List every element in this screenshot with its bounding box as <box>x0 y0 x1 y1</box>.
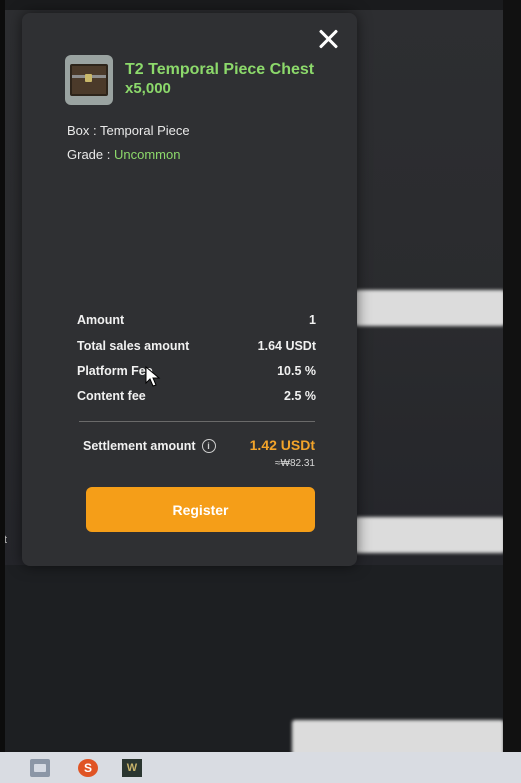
taskbar: S W <box>0 752 521 783</box>
game-app-icon[interactable]: W <box>122 759 142 777</box>
screen-bezel-left <box>0 0 5 783</box>
item-quantity: x5,000 <box>125 80 171 97</box>
settlement-value: 1.42 USDt <box>249 437 315 453</box>
summary-label: Platform Fee <box>77 364 153 378</box>
summary-label: Amount <box>77 313 125 327</box>
file-explorer-icon[interactable] <box>30 759 50 777</box>
mouse-cursor-icon <box>145 366 161 387</box>
summary-row-total-sales: Total sales amount 1.64 USDt <box>77 339 316 353</box>
settlement-approx-krw: ≈₩82.31 <box>275 458 315 469</box>
summary-value: 10.5 % <box>277 364 316 378</box>
screen-bezel-right <box>503 0 521 783</box>
background-bar <box>355 290 505 326</box>
grade-row: Grade : Uncommon <box>67 147 180 162</box>
summary-row-content-fee: Content fee 2.5 % <box>77 389 316 403</box>
screen: t T2 Temporal Piece Chest x5,000 Box : T… <box>0 0 521 783</box>
s-app-icon[interactable]: S <box>78 759 98 777</box>
grade-prefix: Grade : <box>67 147 114 162</box>
background-bar <box>292 720 504 756</box>
grade-value: Uncommon <box>113 147 181 162</box>
register-button[interactable]: Register <box>86 487 315 532</box>
summary-label: Total sales amount <box>77 339 190 353</box>
summary-row-platform-fee: Platform Fee 10.5 % <box>77 364 316 378</box>
settlement-label: Settlement amount i <box>83 439 216 453</box>
close-icon[interactable] <box>316 27 340 51</box>
sell-register-modal: T2 Temporal Piece Chest x5,000 Box : Tem… <box>22 13 357 566</box>
item-name: T2 Temporal Piece Chest <box>125 61 315 78</box>
summary-value: 1.64 USDt <box>257 339 316 353</box>
box-label: Box : Temporal Piece <box>67 123 190 138</box>
summary-value: 2.5 % <box>284 389 316 403</box>
summary-row-amount: Amount 1 <box>77 313 316 327</box>
summary-value: 1 <box>309 313 316 327</box>
summary-label: Content fee <box>77 389 146 403</box>
treasure-chest-icon <box>65 55 113 105</box>
background-bar <box>355 517 505 553</box>
info-icon[interactable]: i <box>201 439 216 453</box>
divider <box>79 421 315 422</box>
